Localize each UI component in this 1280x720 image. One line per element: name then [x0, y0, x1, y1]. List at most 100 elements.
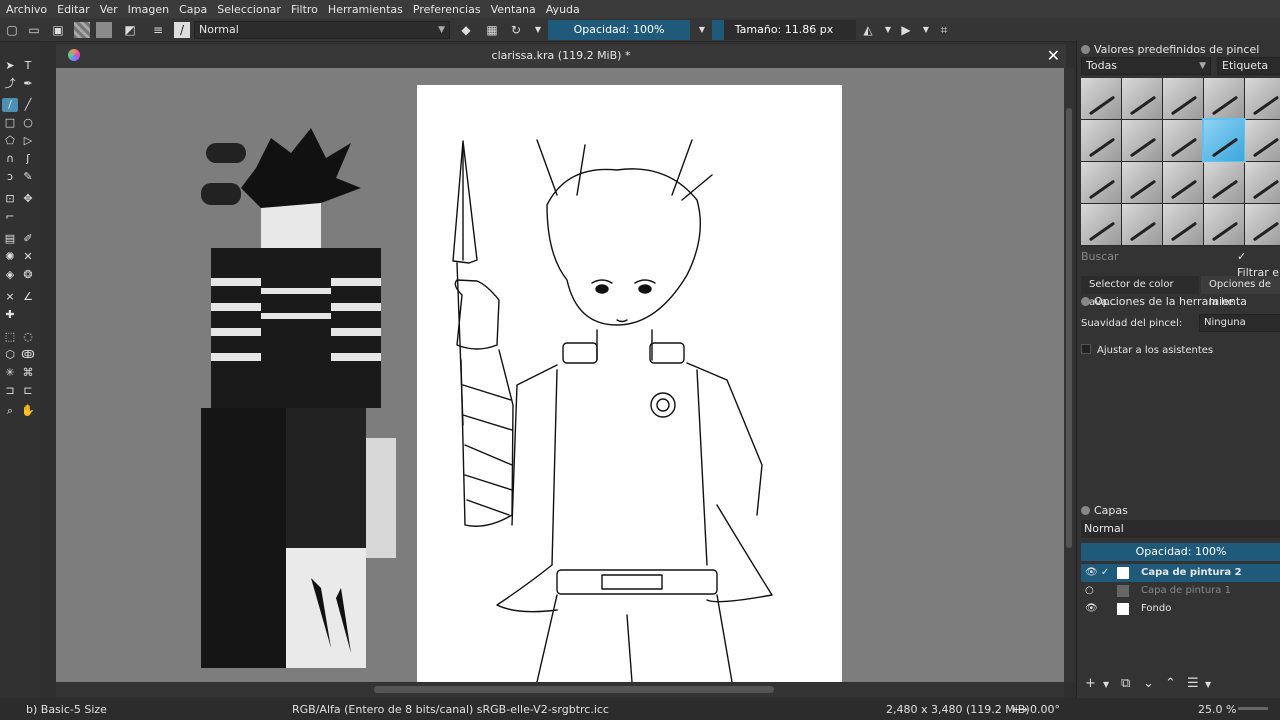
- brush-preset[interactable]: [1122, 162, 1162, 203]
- new-document-icon[interactable]: ▢: [4, 22, 20, 38]
- layer-properties-icon[interactable]: ☰: [1187, 676, 1199, 691]
- move-icon[interactable]: ✥: [20, 192, 36, 206]
- visibility-eye-icon[interactable]: 👁: [1085, 600, 1098, 618]
- eyedropper-icon[interactable]: ✐: [20, 232, 36, 246]
- gradient-tool-icon[interactable]: ▤: [2, 232, 18, 246]
- text-tool-icon[interactable]: T: [20, 59, 36, 73]
- scrollbar-thumb[interactable]: [1066, 108, 1072, 548]
- brush-preset[interactable]: [1081, 120, 1121, 161]
- smoothing-select[interactable]: Ninguna: [1199, 314, 1280, 332]
- horizontal-scrollbar[interactable]: [56, 683, 1064, 697]
- freehand-select-icon[interactable]: ↂ: [20, 348, 36, 362]
- open-folder-icon[interactable]: ▭: [26, 22, 42, 38]
- chevron-down-icon[interactable]: ▼: [918, 22, 934, 38]
- layer-row[interactable]: ○ Capa de pintura 1: [1081, 582, 1280, 600]
- crop-icon[interactable]: ⌗: [936, 22, 952, 38]
- mirror-horizontal-icon[interactable]: ◭: [860, 22, 876, 38]
- freehand-brush-icon[interactable]: /: [2, 98, 18, 112]
- brush-preset-icon[interactable]: /: [174, 22, 190, 38]
- eraser-icon[interactable]: ◆: [458, 22, 474, 38]
- enclose-fill-icon[interactable]: ❂: [20, 268, 36, 282]
- dock-float-icon[interactable]: [1081, 297, 1090, 306]
- vertical-scrollbar[interactable]: [1064, 68, 1074, 682]
- rect-select-icon[interactable]: ⬚: [2, 330, 18, 344]
- tab-color-selector[interactable]: Selector de color ava...: [1081, 276, 1199, 308]
- colorize-mask-icon[interactable]: ✺: [2, 250, 18, 264]
- multibrush-icon[interactable]: ✎: [20, 170, 36, 184]
- layer-row[interactable]: 👁 ✓ Capa de pintura 2: [1081, 564, 1280, 582]
- contiguous-select-icon[interactable]: ✳: [2, 366, 18, 380]
- assistants-checkbox[interactable]: [1081, 344, 1091, 354]
- dynamic-brush-icon[interactable]: ↄ: [2, 170, 18, 184]
- brush-preset[interactable]: [1245, 204, 1280, 245]
- close-icon[interactable]: ✕: [1047, 46, 1060, 65]
- magnetic-select-icon[interactable]: ⊏: [20, 384, 36, 398]
- brush-preset[interactable]: [1122, 120, 1162, 161]
- similar-select-icon[interactable]: ⌘: [20, 366, 36, 380]
- calligraphy-icon[interactable]: ✒: [20, 77, 36, 91]
- menu-ayuda[interactable]: Ayuda: [546, 3, 580, 16]
- pattern-swatch[interactable]: [74, 22, 90, 38]
- ellipse-tool-icon[interactable]: ○: [20, 116, 36, 130]
- size-slider[interactable]: Tamaño: 11.86 px: [712, 20, 856, 40]
- brush-preset[interactable]: [1163, 78, 1203, 119]
- dock-float-icon[interactable]: [1081, 45, 1090, 54]
- menu-editar[interactable]: Editar: [57, 3, 90, 16]
- gradient-swatch[interactable]: [96, 22, 112, 38]
- add-layer-icon[interactable]: +: [1085, 676, 1096, 691]
- reload-preset-icon[interactable]: ↻: [508, 22, 524, 38]
- brush-preset[interactable]: [1204, 204, 1244, 245]
- menu-capa[interactable]: Capa: [179, 3, 207, 16]
- assistants-row[interactable]: Ajustar a los asistentes: [1081, 344, 1213, 356]
- chevron-down-icon[interactable]: ▼: [1205, 680, 1211, 689]
- ellipse-select-icon[interactable]: ◌: [20, 330, 36, 344]
- fill-tool-icon[interactable]: ◈: [2, 268, 18, 282]
- polygon-select-icon[interactable]: ⬡: [2, 348, 18, 362]
- brush-preset[interactable]: [1245, 78, 1280, 119]
- rectangle-tool-icon[interactable]: □: [2, 116, 18, 130]
- mirror-vertical-icon[interactable]: ▶: [898, 22, 914, 38]
- brush-preset[interactable]: [1163, 162, 1203, 203]
- visibility-eye-icon[interactable]: 👁 ✓: [1085, 564, 1109, 582]
- alpha-lock-icon[interactable]: ▦: [484, 22, 500, 38]
- menu-ver[interactable]: Ver: [100, 3, 118, 16]
- brush-preset[interactable]: [1081, 78, 1121, 119]
- color-swap-icon[interactable]: ◩: [122, 22, 138, 38]
- select-shapes-icon[interactable]: ➤: [2, 59, 18, 73]
- crop-tool-icon[interactable]: ⌐: [2, 210, 18, 224]
- menu-imagen[interactable]: Imagen: [128, 3, 169, 16]
- brush-preset[interactable]: [1081, 162, 1121, 203]
- move-layer-up-icon[interactable]: ⌃: [1165, 676, 1176, 691]
- menu-filtro[interactable]: Filtro: [291, 3, 318, 16]
- tab-tool-options[interactable]: Opciones de la he: [1201, 276, 1280, 308]
- brush-preset[interactable]: [1204, 78, 1244, 119]
- smart-patch-icon[interactable]: ✕: [20, 250, 36, 264]
- brush-preset[interactable]: [1163, 120, 1203, 161]
- measure-tool-icon[interactable]: ∠: [20, 290, 36, 304]
- chevron-down-icon[interactable]: ▼: [694, 22, 710, 38]
- brush-preset-selected[interactable]: [1202, 118, 1246, 163]
- save-icon[interactable]: ▣: [50, 22, 66, 38]
- chevron-down-icon[interactable]: ▼: [530, 22, 546, 38]
- zoom-icon[interactable]: ⌕: [2, 404, 18, 418]
- scrollbar-thumb[interactable]: [374, 686, 774, 693]
- brush-preset[interactable]: [1245, 162, 1280, 203]
- polygon-tool-icon[interactable]: ⬠: [2, 134, 18, 148]
- brush-settings-icon[interactable]: ≡: [150, 22, 166, 38]
- menu-herramientas[interactable]: Herramientas: [328, 3, 403, 16]
- chevron-down-icon[interactable]: ▼: [1103, 680, 1109, 689]
- transform-icon[interactable]: ⊡: [2, 192, 18, 206]
- brush-preset[interactable]: [1122, 78, 1162, 119]
- polyline-tool-icon[interactable]: ▷: [20, 134, 36, 148]
- menu-preferencias[interactable]: Preferencias: [413, 3, 481, 16]
- tag-button[interactable]: Etiqueta: [1217, 57, 1280, 75]
- freehand-path-icon[interactable]: ʃ: [20, 152, 36, 166]
- move-layer-down-icon[interactable]: ⌄: [1143, 676, 1154, 691]
- visibility-hidden-icon[interactable]: ○: [1085, 582, 1094, 600]
- layer-row[interactable]: 👁 Fondo: [1081, 600, 1280, 618]
- menu-archivo[interactable]: Archivo: [6, 3, 47, 16]
- opacity-slider[interactable]: Opacidad: 100%: [548, 20, 690, 40]
- chevron-down-icon[interactable]: ▼: [880, 22, 896, 38]
- blend-mode-select[interactable]: Normal ▼: [194, 21, 450, 39]
- brush-preset[interactable]: [1081, 204, 1121, 245]
